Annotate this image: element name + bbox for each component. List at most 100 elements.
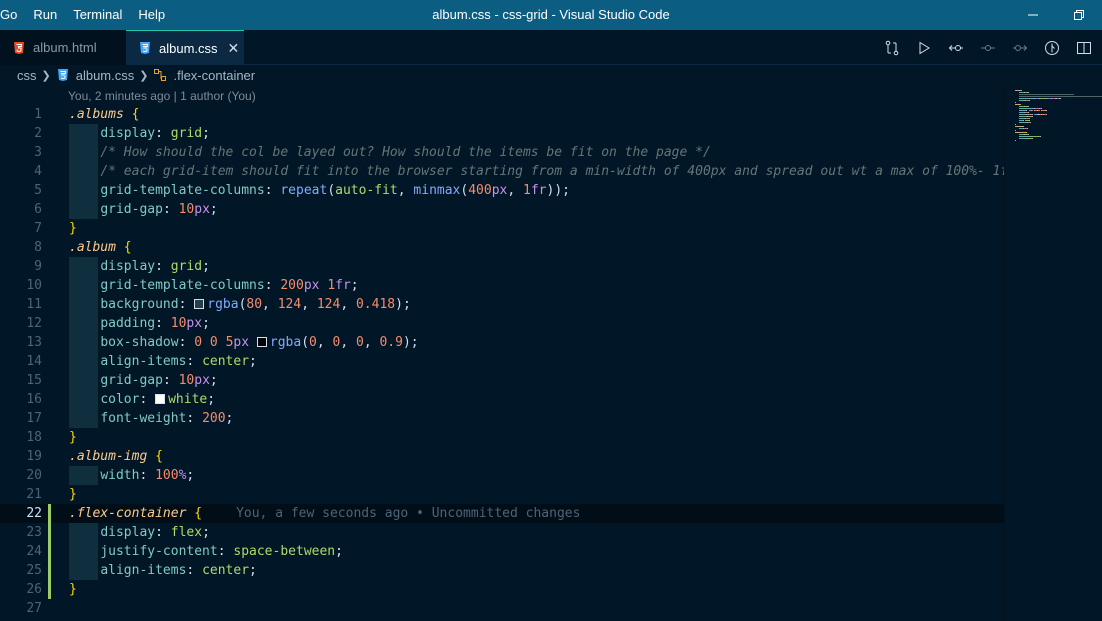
code-text: } [69, 580, 77, 599]
line-number: 24 [26, 544, 42, 559]
close-icon[interactable]: ✕ [228, 40, 240, 57]
code-token: white [168, 392, 208, 407]
run-button[interactable] [914, 38, 934, 58]
git-change-marker[interactable] [48, 542, 51, 561]
tab-album-html[interactable]: album.html [0, 30, 126, 65]
code-editor[interactable]: 1 .albums {2 display: grid; 3 /* How shoul… [0, 105, 1024, 621]
menu-terminal[interactable]: Terminal [65, 0, 130, 30]
chevron-right-icon: ❯ [139, 69, 149, 82]
code-line[interactable]: 13 box-shadow: 0 0 5px rgba(0, 0, 0, 0.9… [0, 333, 1004, 352]
code-line[interactable]: 25 align-items: center; [0, 561, 1004, 580]
code-line[interactable]: 19 .album-img { [0, 447, 1004, 466]
line-number: 11 [26, 297, 42, 312]
line-number: 25 [26, 563, 42, 578]
code-line[interactable]: 22 .flex-container {You, a few seconds ag… [0, 504, 1004, 523]
code-token: grid-gap [100, 373, 163, 388]
code-token: : [155, 259, 171, 274]
code-text: color: white; [69, 390, 215, 409]
split-editor-button[interactable] [1074, 38, 1094, 58]
code-line[interactable]: 17 font-weight: 200; [0, 409, 1004, 428]
git-change-marker[interactable] [48, 523, 51, 542]
code-text: grid-template-columns: repeat(auto-fit, … [69, 181, 570, 200]
code-token: 0.9 [379, 335, 403, 350]
code-line[interactable]: 8 .album { [0, 238, 1004, 257]
previous-change-button[interactable] [946, 38, 966, 58]
code-token: : [139, 392, 156, 407]
minimap-token [1019, 122, 1027, 124]
code-token: align-items [100, 354, 187, 369]
code-line[interactable]: 27 [0, 599, 1004, 618]
code-token: ; [209, 202, 218, 217]
code-line[interactable]: 20 width: 100%; [0, 466, 1004, 485]
minimap-token [1019, 138, 1027, 140]
code-line[interactable]: 1 .albums { [0, 105, 1004, 124]
color-swatch[interactable] [256, 337, 267, 347]
code-line[interactable]: 21} [0, 485, 1004, 504]
toggle-changes-button[interactable] [978, 38, 998, 58]
code-line[interactable]: 11 background: rgba(80, 124, 124, 0.418)… [0, 295, 1004, 314]
minimap-token [1015, 140, 1016, 142]
git-change-marker[interactable] [48, 561, 51, 580]
line-number: 18 [26, 430, 42, 445]
code-line[interactable]: 6 grid-gap: 10px; [0, 200, 1004, 219]
gitlens-button[interactable] [1042, 38, 1062, 58]
code-text: grid-template-columns: 200px 1fr; [69, 276, 359, 295]
breadcrumb-file[interactable]: album.css [56, 68, 134, 83]
code-lens-authors[interactable]: You, 2 minutes ago | 1 author (You) [68, 89, 256, 103]
breadcrumb: css ❯ album.css ❯ .flex-container [0, 65, 1102, 85]
code-line[interactable]: 16 color: white; [0, 390, 1004, 409]
code-token: ; [186, 468, 195, 483]
code-token: ; [350, 278, 359, 293]
menu-go[interactable]: Go [0, 0, 25, 30]
code-line[interactable]: 10 grid-template-columns: 200px 1fr; [0, 276, 1004, 295]
color-swatch[interactable] [194, 299, 205, 309]
code-token: 0.418 [355, 297, 396, 312]
code-text: display: flex; [69, 523, 210, 542]
code-line[interactable]: 12 padding: 10px; [0, 314, 1004, 333]
code-line[interactable]: 23 display: flex; [0, 523, 1004, 542]
code-text: } [69, 485, 77, 504]
inline-blame: You, a few seconds ago • Uncommitted cha… [236, 506, 581, 521]
line-number: 16 [26, 392, 42, 407]
code-token: grid-template-columns [100, 183, 265, 198]
menu-run[interactable]: Run [25, 0, 65, 30]
code-token: ( [327, 183, 336, 198]
next-change-button[interactable] [1010, 38, 1030, 58]
git-change-marker[interactable] [48, 580, 51, 599]
code-line[interactable]: 15 grid-gap: 10px; [0, 371, 1004, 390]
minimize-button[interactable] [1010, 0, 1056, 30]
code-token: px [303, 278, 320, 293]
code-token: 0 [309, 335, 317, 350]
breadcrumb-symbol[interactable]: .flex-container [153, 68, 255, 83]
code-line[interactable]: 26} [0, 580, 1004, 599]
code-line[interactable]: 7} [0, 219, 1004, 238]
code-token: ( [301, 335, 310, 350]
code-line[interactable]: 3 /* How should the col be layed out? Ho… [0, 143, 1004, 162]
minimap[interactable] [1004, 85, 1102, 621]
tab-album-css[interactable]: album.css ✕ [126, 30, 244, 65]
menu-help[interactable]: Help [130, 0, 173, 30]
color-swatch[interactable] [155, 394, 166, 404]
code-token: background [100, 297, 179, 312]
code-token: , [340, 297, 356, 312]
code-line[interactable]: 18} [0, 428, 1004, 447]
line-number: 2 [34, 126, 42, 141]
code-line[interactable]: 4 /* each grid-item should fit into the … [0, 162, 1024, 181]
restore-button[interactable] [1056, 0, 1102, 30]
code-token: 200 [280, 278, 304, 293]
code-line[interactable]: 24 justify-content: space-between; [0, 542, 1004, 561]
code-token: px [233, 335, 250, 350]
code-line[interactable]: 5 grid-template-columns: repeat(auto-fit… [0, 181, 1004, 200]
code-token: .albums [69, 107, 124, 122]
git-change-marker[interactable] [48, 504, 51, 523]
code-line[interactable]: 9 display: grid; [0, 257, 1004, 276]
code-line[interactable]: 2 display: grid; [0, 124, 1004, 143]
code-token: , [301, 297, 317, 312]
open-changes-button[interactable] [882, 38, 902, 58]
code-token: } [69, 487, 77, 502]
code-token: repeat [280, 183, 328, 198]
code-line[interactable]: 14 align-items: center; [0, 352, 1004, 371]
breadcrumb-folder[interactable]: css [17, 68, 37, 83]
